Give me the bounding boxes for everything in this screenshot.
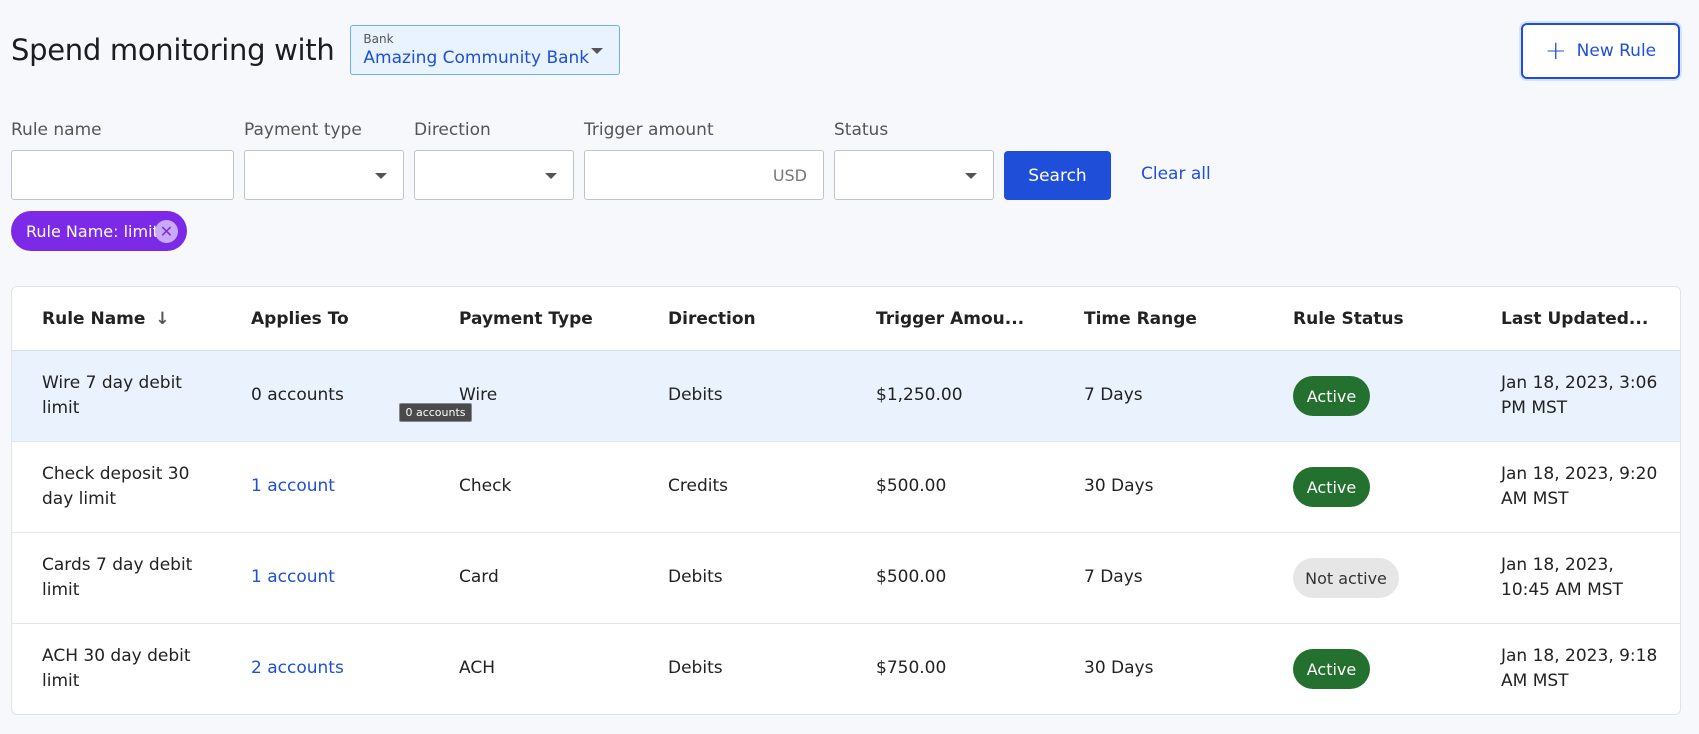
cell-rule-name: ACH 30 day debit limit xyxy=(42,646,191,691)
filter-chip-label: Rule Name: limit xyxy=(26,221,159,241)
status-badge: Active xyxy=(1293,467,1370,507)
chevron-down-icon xyxy=(545,173,557,179)
rule-name-filter: Rule name xyxy=(11,120,234,200)
cell-trigger-amount: $500.00 xyxy=(876,476,947,496)
table-row[interactable]: Wire 7 day debit limit 0 accounts Wire D… xyxy=(12,351,1680,442)
table-row[interactable]: Cards 7 day debit limit 1 account Card D… xyxy=(12,533,1680,624)
cell-trigger-amount: $750.00 xyxy=(876,658,947,678)
cell-last-updated: Jan 18, 2023, 9:20 AM MST xyxy=(1501,464,1658,509)
cell-last-updated: Jan 18, 2023, 3:06 PM MST xyxy=(1501,373,1658,418)
status-select[interactable] xyxy=(834,150,994,200)
cell-rule-name: Check deposit 30 day limit xyxy=(42,464,190,509)
status-filter: Status xyxy=(834,120,994,200)
direction-filter: Direction xyxy=(414,120,574,200)
close-icon[interactable]: ✕ xyxy=(155,220,178,243)
cell-last-updated: Jan 18, 2023, 10:45 AM MST xyxy=(1501,555,1623,600)
trigger-amount-input[interactable]: USD xyxy=(584,150,824,200)
trigger-amount-filter: Trigger amount USD xyxy=(584,120,824,200)
rule-name-input[interactable] xyxy=(12,151,233,199)
payment-type-label: Payment type xyxy=(244,120,362,140)
column-header-time-range[interactable]: Time Range xyxy=(1084,309,1197,329)
page-header: Spend monitoring with Bank Amazing Commu… xyxy=(11,25,621,75)
column-header-rule-name[interactable]: Rule Name ↓ xyxy=(42,309,170,329)
cell-rule-name: Cards 7 day debit limit xyxy=(42,555,193,600)
column-header-rule-status[interactable]: Rule Status xyxy=(1293,309,1404,329)
cell-direction: Debits xyxy=(668,385,723,405)
cell-direction: Debits xyxy=(668,567,723,587)
rules-table: Rule Name ↓ Applies To Payment Type Direc… xyxy=(11,286,1681,715)
chevron-down-icon xyxy=(965,173,977,179)
bank-select[interactable]: Bank Amazing Community Bank xyxy=(350,25,621,75)
cell-applies-to-link[interactable]: 2 accounts xyxy=(251,656,344,681)
bank-select-label: Bank xyxy=(363,32,394,46)
cell-applies-to-link[interactable]: 1 account xyxy=(251,474,335,499)
direction-select[interactable] xyxy=(414,150,574,200)
currency-suffix: USD xyxy=(772,166,807,185)
column-header-last-updated[interactable]: Last Updated... xyxy=(1501,309,1648,329)
cell-direction: Debits xyxy=(668,658,723,678)
new-rule-label: New Rule xyxy=(1576,41,1657,61)
cell-applies-to-link[interactable]: 1 account xyxy=(251,565,335,590)
cell-time-range: 30 Days xyxy=(1084,476,1154,496)
table-row[interactable]: ACH 30 day debit limit 2 accounts ACH De… xyxy=(12,624,1680,714)
cell-applies-to: 0 accounts xyxy=(251,385,344,405)
column-header-applies-to[interactable]: Applies To xyxy=(251,309,349,329)
clear-all-link[interactable]: Clear all xyxy=(1141,164,1211,184)
plus-icon: + xyxy=(1544,36,1567,66)
cell-time-range: 30 Days xyxy=(1084,658,1154,678)
applies-to-tooltip: 0 accounts xyxy=(399,403,472,422)
bank-select-value: Amazing Community Bank xyxy=(363,48,590,68)
status-badge: Not active xyxy=(1293,558,1399,598)
sort-down-icon: ↓ xyxy=(155,309,170,329)
status-badge: Active xyxy=(1293,376,1370,416)
cell-rule-name: Wire 7 day debit limit xyxy=(42,373,182,418)
page-title: Spend monitoring with xyxy=(11,33,335,67)
cell-direction: Credits xyxy=(668,476,728,496)
cell-payment-type: Card xyxy=(459,567,499,587)
search-button[interactable]: Search xyxy=(1004,151,1111,200)
trigger-amount-label: Trigger amount xyxy=(584,120,714,140)
cell-payment-type: Check xyxy=(459,476,512,496)
cell-trigger-amount: $500.00 xyxy=(876,567,947,587)
status-badge: Active xyxy=(1293,649,1370,689)
chevron-down-icon xyxy=(591,48,604,54)
cell-last-updated: Jan 18, 2023, 9:18 AM MST xyxy=(1501,646,1658,691)
filter-chip: Rule Name: limit ✕ xyxy=(11,211,187,251)
new-rule-button[interactable]: + New Rule xyxy=(1521,23,1680,79)
cell-trigger-amount: $1,250.00 xyxy=(876,385,963,405)
column-header-payment-type[interactable]: Payment Type xyxy=(459,309,593,329)
rule-name-label: Rule name xyxy=(11,120,102,140)
table-row[interactable]: Check deposit 30 day limit 1 account Che… xyxy=(12,442,1680,533)
cell-payment-type: ACH xyxy=(459,658,495,678)
chevron-down-icon xyxy=(375,173,387,179)
table-header: Rule Name ↓ Applies To Payment Type Direc… xyxy=(12,287,1680,351)
cell-time-range: 7 Days xyxy=(1084,385,1143,405)
column-header-trigger-amount[interactable]: Trigger Amou... xyxy=(876,309,1024,329)
direction-label: Direction xyxy=(414,120,491,140)
cell-time-range: 7 Days xyxy=(1084,567,1143,587)
payment-type-filter: Payment type xyxy=(244,120,404,200)
status-label: Status xyxy=(834,120,889,140)
payment-type-select[interactable] xyxy=(244,150,404,200)
column-header-direction[interactable]: Direction xyxy=(668,309,756,329)
